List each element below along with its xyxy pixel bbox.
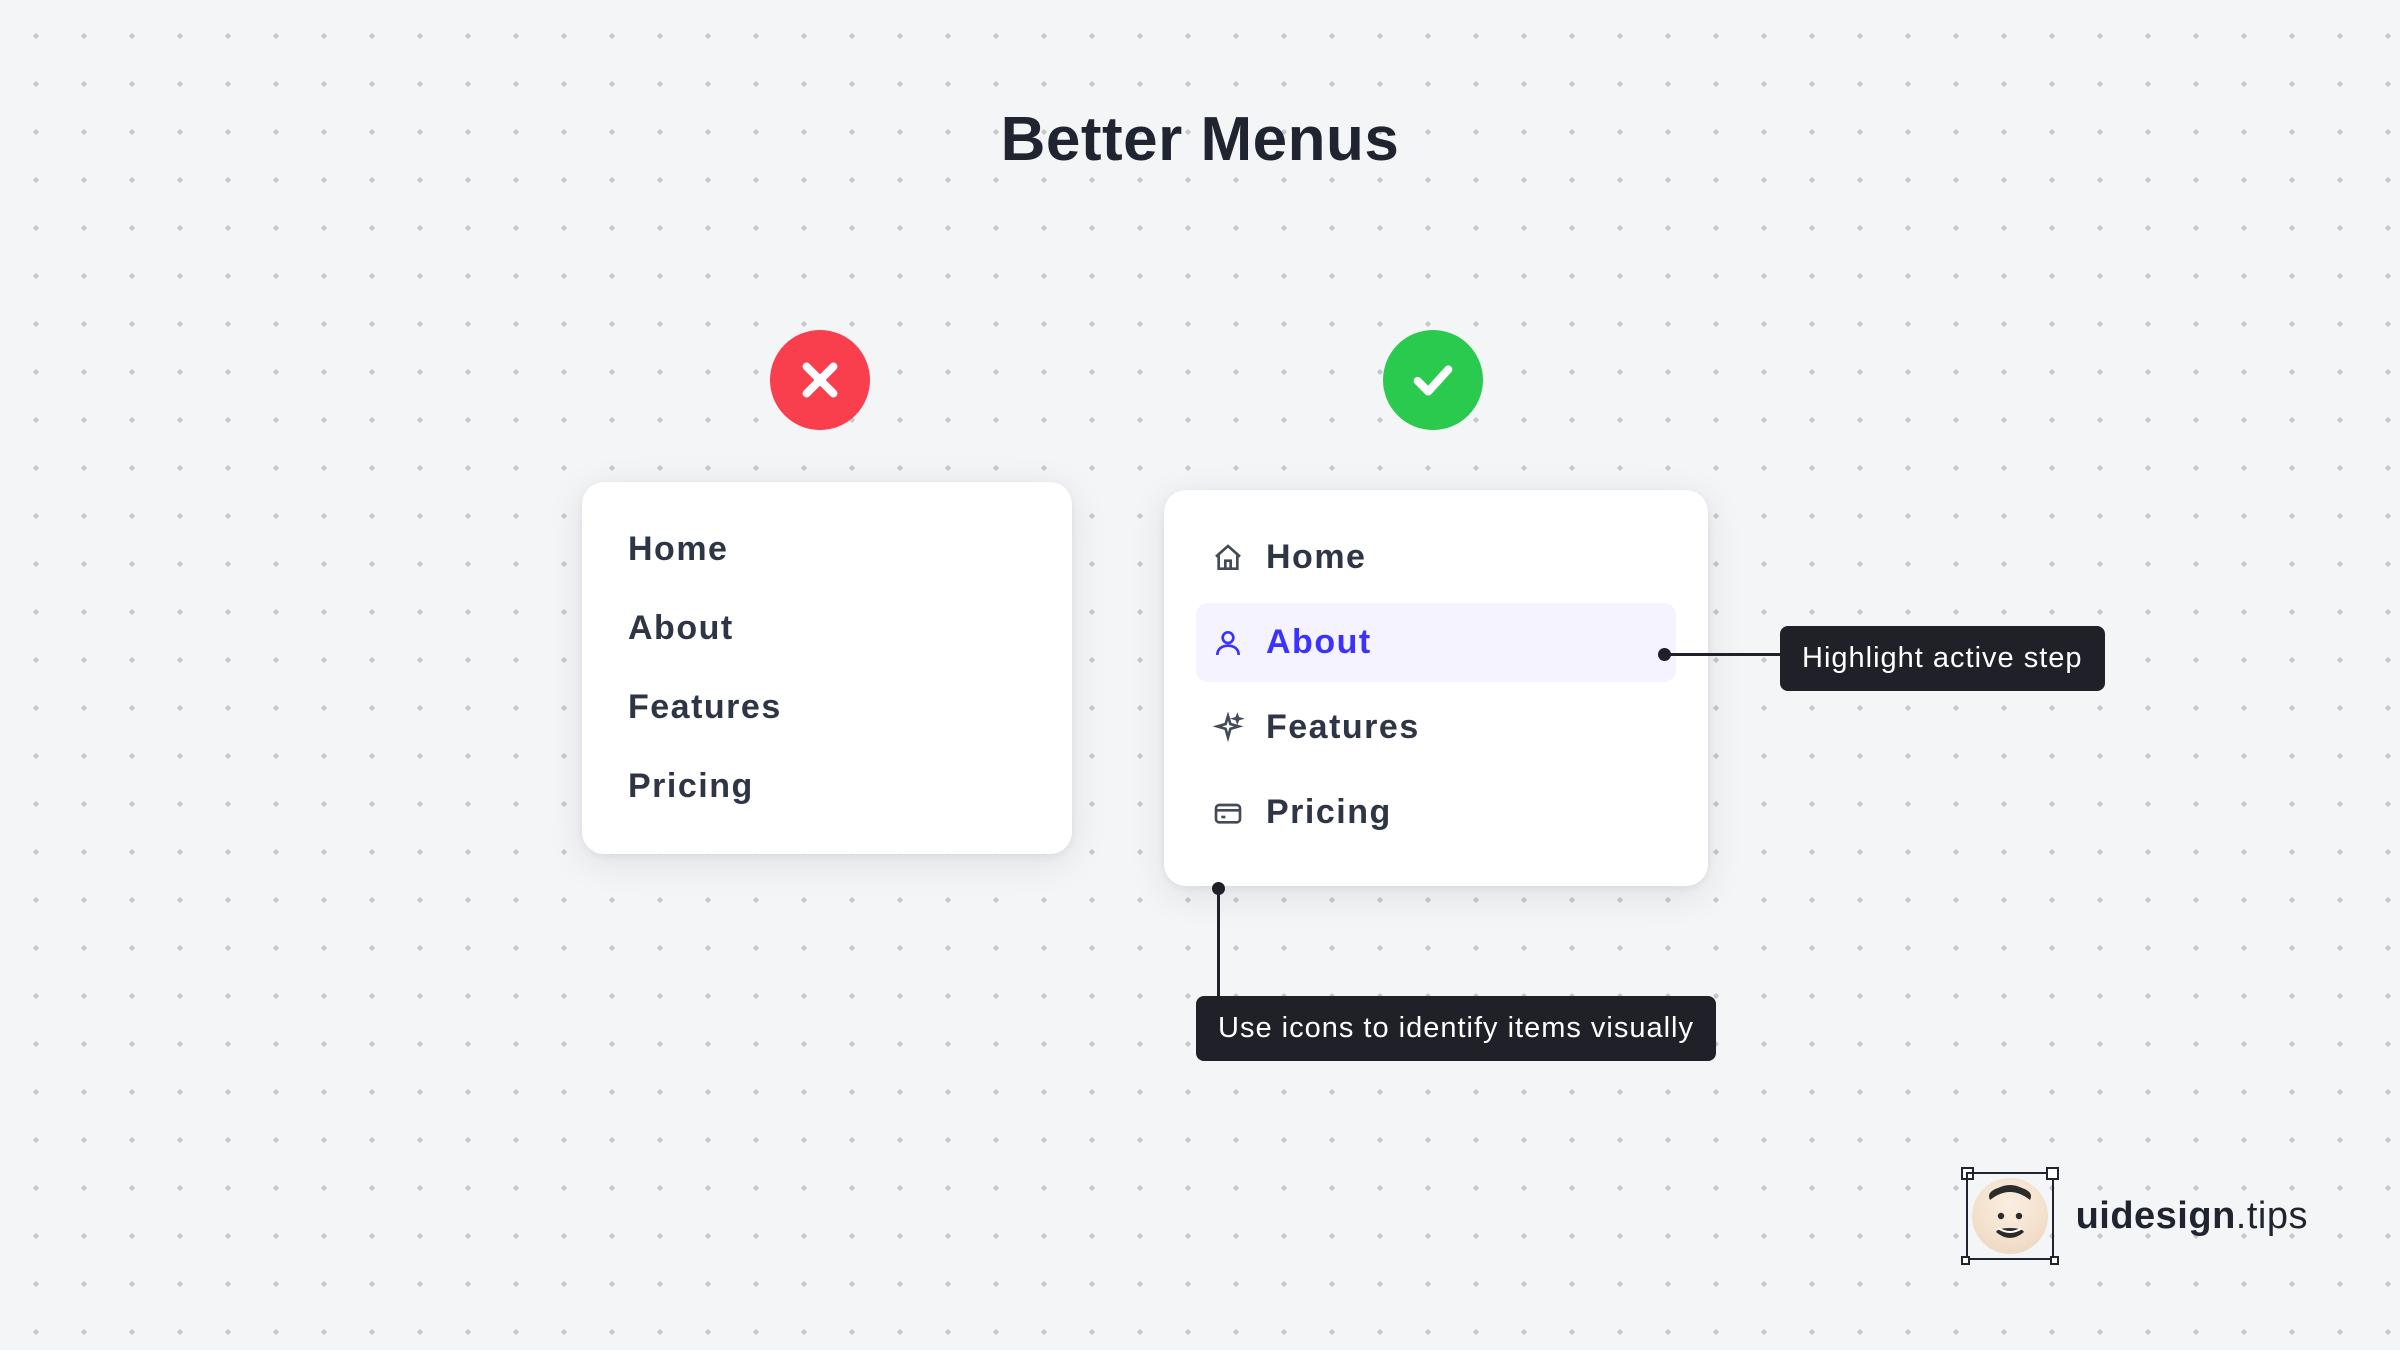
menu-item-features[interactable]: Features xyxy=(614,668,1040,747)
menu-item-label: Pricing xyxy=(1266,793,1392,832)
menu-item-label: Home xyxy=(1266,538,1366,577)
menu-item-about[interactable]: About xyxy=(614,589,1040,668)
menu-item-home[interactable]: Home xyxy=(1196,518,1676,597)
check-icon xyxy=(1410,357,1456,403)
menu-item-pricing[interactable]: Pricing xyxy=(614,747,1040,826)
connector-line xyxy=(1668,653,1782,656)
avatar-face-icon xyxy=(1972,1178,2048,1254)
menu-item-label: Home xyxy=(628,530,728,569)
menu-item-pricing[interactable]: Pricing xyxy=(1196,773,1676,852)
menu-card-good: Home About Features Pricing xyxy=(1164,490,1708,886)
tooltip-icons: Use icons to identify items visually xyxy=(1196,996,1716,1061)
menu-item-label: About xyxy=(1266,623,1372,662)
menu-item-features[interactable]: Features xyxy=(1196,688,1676,767)
connector-line xyxy=(1217,888,1220,1002)
menu-item-label: Features xyxy=(628,688,782,727)
sparkle-icon xyxy=(1212,712,1244,744)
page-title: Better Menus xyxy=(0,104,2400,175)
home-icon xyxy=(1212,542,1244,574)
x-icon xyxy=(797,357,843,403)
menu-item-about[interactable]: About xyxy=(1196,603,1676,682)
wrong-badge xyxy=(770,330,870,430)
menu-item-home[interactable]: Home xyxy=(614,510,1040,589)
menu-item-label: Features xyxy=(1266,708,1420,747)
right-badge xyxy=(1383,330,1483,430)
footer-text: uidesign.tips xyxy=(2076,1195,2308,1238)
brand-thin: .tips xyxy=(2236,1195,2308,1237)
card-icon xyxy=(1212,797,1244,829)
user-icon xyxy=(1212,627,1244,659)
footer-brand: uidesign.tips xyxy=(1966,1172,2308,1260)
tooltip-highlight: Highlight active step xyxy=(1780,626,2105,691)
brand-bold: uidesign xyxy=(2076,1195,2236,1237)
menu-item-label: Pricing xyxy=(628,767,754,806)
menu-card-bad: Home About Features Pricing xyxy=(582,482,1072,854)
avatar xyxy=(1966,1172,2054,1260)
menu-item-label: About xyxy=(628,609,734,648)
